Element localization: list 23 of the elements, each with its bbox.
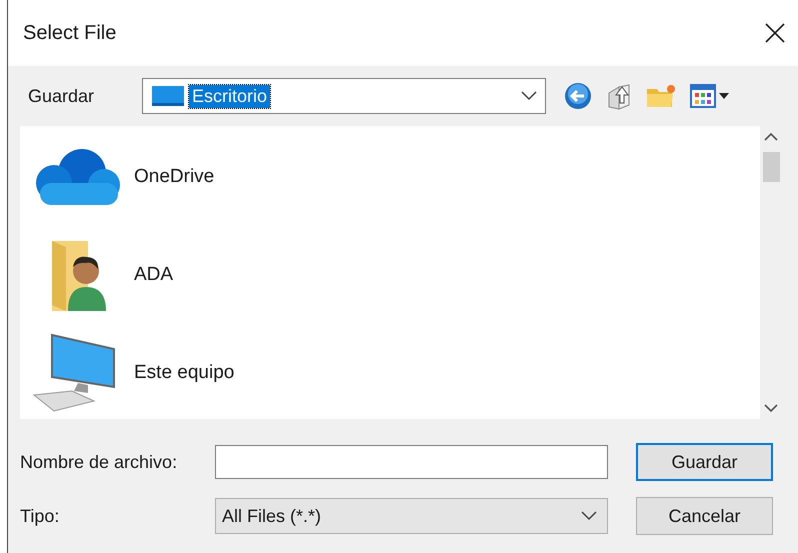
location-value: Escritorio xyxy=(189,84,270,108)
type-value: All Files (*.*) xyxy=(222,506,322,526)
type-label: Tipo: xyxy=(20,506,60,526)
close-icon[interactable] xyxy=(764,22,786,44)
item-name[interactable]: ADA xyxy=(134,264,174,286)
desktop-icon xyxy=(151,85,185,107)
chevron-icon xyxy=(581,511,597,521)
save-button[interactable]: Guardar xyxy=(636,443,773,481)
location-label: Guardar xyxy=(27,86,96,106)
item-name[interactable]: Este equipo xyxy=(134,362,234,384)
chevron-icon xyxy=(521,91,537,101)
scroll-down-icon[interactable] xyxy=(764,403,778,413)
cancel-button[interactable]: Cancelar xyxy=(636,497,773,535)
filename-field[interactable] xyxy=(215,445,608,479)
window-title: Select File xyxy=(23,22,116,44)
scroll-up-icon[interactable] xyxy=(764,132,778,142)
type-dropdown[interactable]: All Files (*.*) xyxy=(215,498,608,534)
back-icon[interactable] xyxy=(564,82,592,110)
filename-label: Nombre de archivo: xyxy=(20,452,178,472)
scroll-thumb[interactable] xyxy=(762,152,780,182)
location-dropdown[interactable]: Escritorio xyxy=(142,78,546,114)
view-menu-icon[interactable] xyxy=(690,83,730,109)
item-name[interactable]: OneDrive xyxy=(134,166,214,188)
